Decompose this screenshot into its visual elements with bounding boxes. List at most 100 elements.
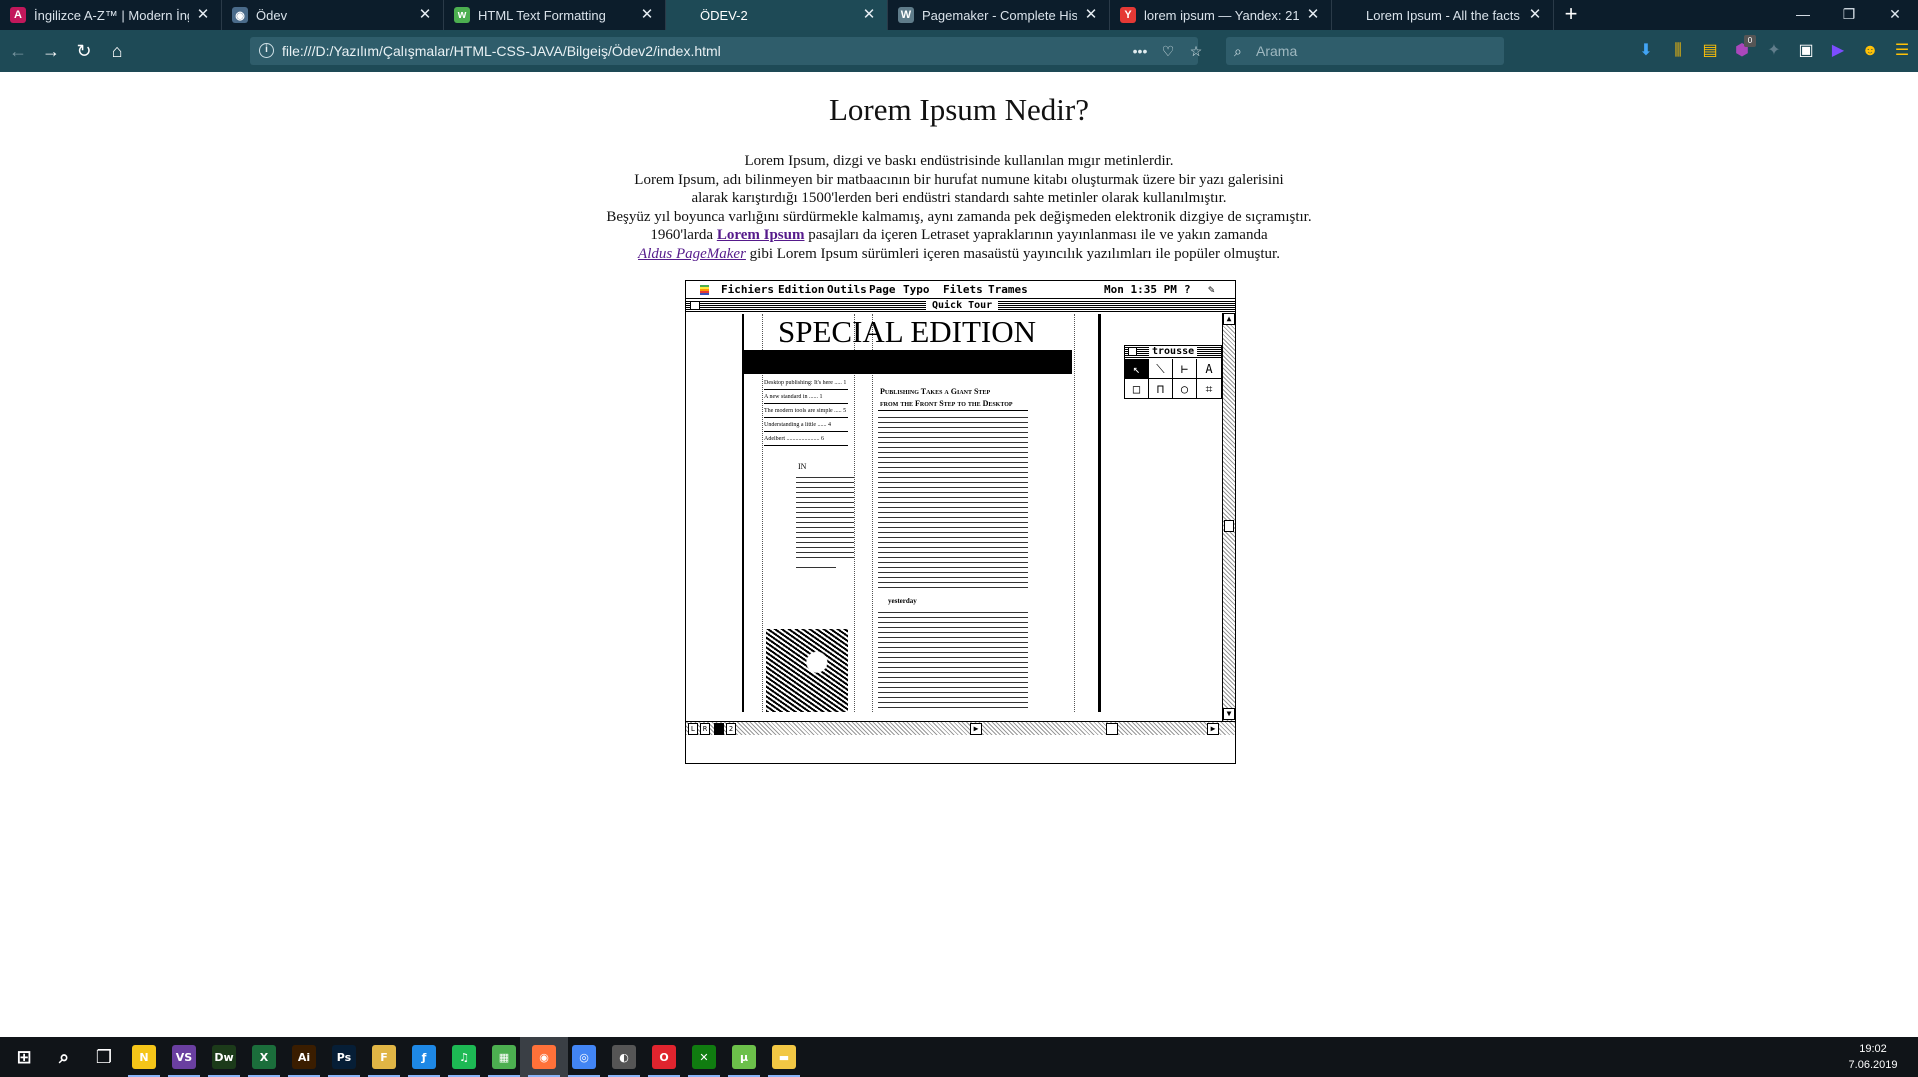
lorem-ipsum-link[interactable]: Lorem Ipsum xyxy=(717,227,805,243)
menu-typo: Typo xyxy=(903,283,930,296)
close-tab-icon[interactable]: ✕ xyxy=(1305,7,1321,23)
folder-app-icon[interactable]: F xyxy=(372,1045,396,1069)
illustrator-icon[interactable]: Ai xyxy=(292,1045,316,1069)
restore-button[interactable]: ❐ xyxy=(1826,0,1872,30)
browser-tab[interactable]: Lorem Ipsum - All the facts - Lip ✕ xyxy=(1332,0,1554,30)
reload-button[interactable]: ↻ xyxy=(72,39,96,63)
close-tab-icon[interactable]: ✕ xyxy=(1083,7,1099,23)
browser-tab[interactable]: ◉ Ödev ✕ xyxy=(222,0,444,30)
dreamweaver-icon[interactable]: Dw xyxy=(212,1045,236,1069)
close-window-button[interactable]: ✕ xyxy=(1872,0,1918,30)
mac-window-titlebar: Quick Tour xyxy=(686,300,1235,312)
reader-icon[interactable]: ▣ xyxy=(1790,39,1822,63)
scroll-right-icon: ▶ xyxy=(970,723,982,735)
account-icon[interactable]: ☻ xyxy=(1854,39,1886,63)
page-actions-icon[interactable]: ••• xyxy=(1126,37,1154,65)
site-info-icon[interactable]: i xyxy=(259,43,274,58)
system-clock[interactable]: 19:02 7.06.2019 xyxy=(1838,1041,1908,1073)
bookmark-star-icon[interactable]: ☆ xyxy=(1182,37,1210,65)
tab-title: lorem ipsum — Yandex: 217 bin xyxy=(1144,7,1299,23)
start-icon[interactable]: ⊞ xyxy=(12,1045,36,1069)
url-text[interactable]: file:///D:/Yazılım/Çalışmalar/HTML-CSS-J… xyxy=(282,43,721,59)
close-tab-icon[interactable]: ✕ xyxy=(861,7,877,23)
crop-tool-icon: ⌗ xyxy=(1205,382,1213,396)
browser-tab[interactable]: Ylorem ipsum — Yandex: 217 bin ✕ xyxy=(1110,0,1332,30)
file-explorer-icon[interactable]: ▬ xyxy=(772,1045,796,1069)
help-icon: ? xyxy=(1184,283,1191,296)
toolbar-icons: ⬇ ⫼ ▤ ⬢ 0 ✦ ▣ ▶ ☻ ☰ xyxy=(1630,35,1918,63)
download-icon[interactable]: ⬇ xyxy=(1630,39,1662,63)
url-actions: ••• ♡ ☆ xyxy=(1126,37,1210,65)
sidebar-icon[interactable]: ▤ xyxy=(1694,39,1726,63)
photos-icon[interactable]: ◐ xyxy=(612,1045,636,1069)
address-bar[interactable]: i file:///D:/Yazılım/Çalışmalar/HTML-CSS… xyxy=(250,37,1202,65)
home-button[interactable]: ⌂ xyxy=(105,39,129,63)
scroll-down-icon: ▼ xyxy=(1223,708,1235,720)
pocket-icon[interactable]: ♡ xyxy=(1154,37,1182,65)
photoshop-icon[interactable]: Ps xyxy=(332,1045,356,1069)
browser-tab[interactable]: W Pagemaker - Complete History ✕ xyxy=(888,0,1110,30)
new-tab-button[interactable]: + xyxy=(1554,0,1588,30)
page-icon-left: L xyxy=(688,723,698,735)
firefox-icon[interactable]: ◉ xyxy=(532,1045,556,1069)
play-icon[interactable]: ▶ xyxy=(1822,39,1854,63)
flash-app-icon[interactable]: ƒ xyxy=(412,1045,436,1069)
image-app-icon[interactable]: ▦ xyxy=(492,1045,516,1069)
close-tab-icon[interactable]: ✕ xyxy=(639,7,655,23)
scroll-right-end-icon: ▶ xyxy=(1207,723,1219,735)
aldus-pagemaker-link[interactable]: Aldus PageMaker xyxy=(638,246,746,262)
close-tab-icon[interactable]: ✕ xyxy=(195,7,211,23)
tab-title: Pagemaker - Complete History xyxy=(922,7,1077,23)
text-line: Beşyüz yıl boyunca varlığını sürdürmekle… xyxy=(606,208,1312,225)
visual-studio-icon[interactable]: VS xyxy=(172,1045,196,1069)
tab-favicon-icon: ◉ xyxy=(232,7,248,23)
article-subhead: from the Front Step to the Desktop xyxy=(880,399,1013,408)
utorrent-icon[interactable]: µ xyxy=(732,1045,756,1069)
forward-button[interactable]: → xyxy=(39,39,63,63)
intro-paragraph: Lorem Ipsum, dizgi ve baskı endüstrisind… xyxy=(0,152,1918,263)
h-scroll-thumb xyxy=(1106,723,1118,735)
close-tab-icon[interactable]: ✕ xyxy=(1527,7,1543,23)
task-view-icon[interactable]: ❐ xyxy=(92,1045,116,1069)
article-text xyxy=(878,414,1028,589)
excel-icon[interactable]: X xyxy=(252,1045,276,1069)
text-line: Lorem Ipsum, dizgi ve baskı endüstrisind… xyxy=(744,153,1174,169)
toc-item: The modern tools are simple ..... 5 xyxy=(764,408,847,414)
spotify-icon[interactable]: ♫ xyxy=(452,1045,476,1069)
apple-icon xyxy=(700,285,709,295)
browser-tab[interactable]: ÖDEV-2 ✕ xyxy=(666,0,888,30)
close-box-icon xyxy=(690,301,700,310)
menu-icon[interactable]: ☰ xyxy=(1886,39,1918,63)
minimize-button[interactable]: — xyxy=(1780,0,1826,30)
tab-favicon-icon xyxy=(676,7,692,23)
line-tool-icon: ⟍ xyxy=(1149,359,1173,379)
extension-badge-icon[interactable]: ⬢ 0 xyxy=(1726,35,1758,63)
extension-icon[interactable]: ✦ xyxy=(1758,39,1790,63)
perpendicular-tool-icon: ⊢ xyxy=(1173,359,1197,379)
mac-clock: Mon 1:35 PM xyxy=(1104,283,1177,296)
back-button[interactable]: ← xyxy=(6,39,30,63)
menu-fichiers: Fichiers xyxy=(721,283,774,296)
window-controls: — ❐ ✕ xyxy=(1780,0,1918,30)
masthead: SPECIAL EDITION xyxy=(778,314,1037,349)
close-tab-icon[interactable]: ✕ xyxy=(417,7,433,23)
search-icon[interactable]: ⌕ xyxy=(52,1045,76,1069)
page-title: Lorem Ipsum Nedir? xyxy=(829,92,1089,127)
notes-app-icon[interactable]: N xyxy=(132,1045,156,1069)
browser-tab[interactable]: w HTML Text Formatting ✕ xyxy=(444,0,666,30)
xbox-icon[interactable]: ✕ xyxy=(692,1045,716,1069)
menu-page: Page xyxy=(869,283,896,296)
mac-horizontal-scrollbar: L R 2 ▶ ▶ xyxy=(686,721,1235,735)
app-icon: ✎ xyxy=(1208,283,1215,296)
library-icon[interactable]: ⫼ xyxy=(1662,39,1694,63)
toc-item: Adelbert ...................... 6 xyxy=(764,436,824,442)
tab-title: Ödev xyxy=(256,7,288,23)
pointer-tool-icon: ↖ xyxy=(1125,359,1149,379)
search-input[interactable]: ⌕ Arama xyxy=(1226,37,1504,65)
mac-vertical-scrollbar: ▲ ▼ xyxy=(1222,313,1235,721)
text-line: 1960'larda xyxy=(650,227,717,243)
tab-strip: A İngilizce A-Z™ | Modern İngilizce ✕ ◉ Ödev… xyxy=(0,0,1918,30)
browser-tab[interactable]: A İngilizce A-Z™ | Modern İngilizce ✕ xyxy=(0,0,222,30)
chrome-icon[interactable]: ◎ xyxy=(572,1045,596,1069)
opera-icon[interactable]: O xyxy=(652,1045,676,1069)
